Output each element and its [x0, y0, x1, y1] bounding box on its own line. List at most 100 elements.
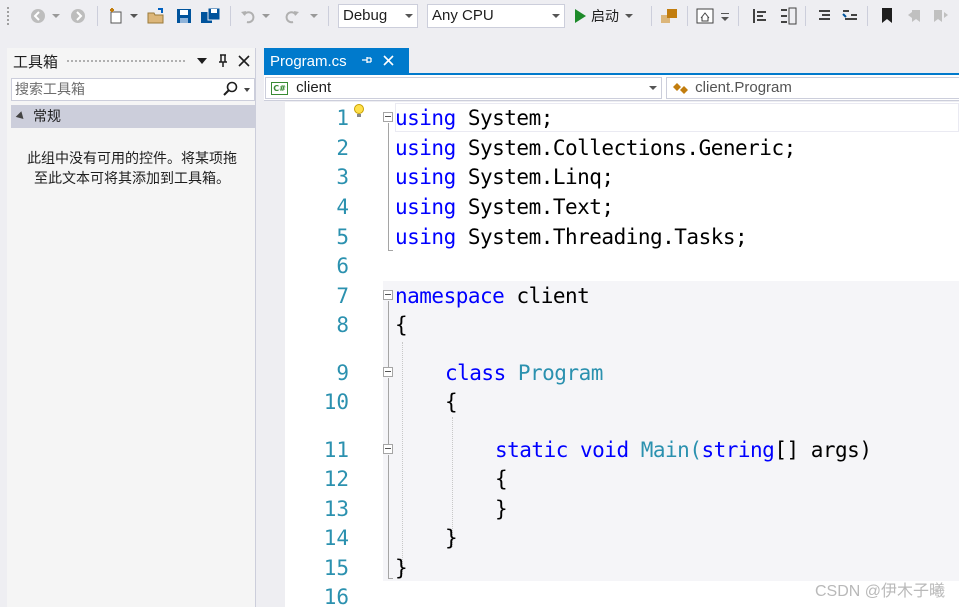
search-icon[interactable]	[222, 81, 238, 97]
toolbox-title-bar[interactable]: 工具箱	[7, 48, 256, 74]
code-editor[interactable]: 1 2 3 4 5 6 7 8 9 10 11 12 13 14 15 16 u…	[264, 102, 959, 607]
chevron-down-icon	[625, 14, 633, 18]
lightbulb-icon[interactable]	[353, 103, 365, 121]
browser-view-button[interactable]	[693, 4, 717, 28]
code-line[interactable]: namespace client	[395, 281, 590, 311]
code-line[interactable]: {	[395, 310, 408, 340]
chevron-down-icon	[552, 14, 560, 18]
play-icon	[575, 9, 586, 23]
code-line[interactable]: using System.Text;	[395, 192, 614, 222]
bookmark-icon	[882, 8, 892, 23]
main-toolbar: Debug Any CPU 启动	[0, 0, 959, 32]
navigate-forward-button[interactable]	[66, 4, 90, 28]
line-number: 2	[336, 136, 349, 160]
save-button[interactable]	[172, 4, 196, 28]
line-number: 5	[336, 225, 349, 249]
collapse-usings-toggle[interactable]	[383, 112, 393, 122]
code-line[interactable]: using System.Threading.Tasks;	[395, 222, 748, 252]
code-line[interactable]: using System.Collections.Generic;	[395, 133, 796, 163]
code-line[interactable]: class Program	[445, 358, 603, 388]
line-number: 8	[336, 313, 349, 337]
project-dropdown-value: client	[296, 79, 332, 96]
save-all-button[interactable]	[198, 4, 224, 28]
fold-line	[388, 301, 389, 367]
solution-platform-combo[interactable]: Any CPU	[427, 4, 565, 28]
new-project-dropdown[interactable]	[128, 4, 140, 28]
line-number: 14	[323, 526, 349, 550]
close-toolbox-button[interactable]	[235, 52, 253, 70]
type-dropdown-value: client.Program	[695, 79, 792, 96]
fold-line	[388, 455, 389, 578]
code-line[interactable]: {	[445, 387, 458, 417]
forward-arrow-icon	[71, 9, 85, 23]
line-number: 11	[323, 438, 349, 462]
pin-tab-icon[interactable]	[361, 54, 373, 68]
browser-view-dropdown[interactable]	[719, 4, 731, 28]
uncomment-icon	[842, 10, 857, 20]
start-debugging-button[interactable]: 启动	[573, 4, 643, 28]
close-tab-icon[interactable]	[383, 53, 394, 69]
csharp-file-icon: C#	[271, 81, 288, 95]
collapse-method-toggle[interactable]	[383, 444, 393, 454]
navigate-back-button[interactable]	[26, 4, 50, 28]
outline-button[interactable]	[776, 4, 800, 28]
undo-button[interactable]	[236, 4, 260, 28]
uncomment-lines-button[interactable]	[838, 4, 862, 28]
line-number: 16	[323, 585, 349, 607]
line-number: 1	[336, 106, 349, 130]
pin-icon	[219, 54, 227, 67]
collapse-namespace-toggle[interactable]	[383, 290, 393, 300]
window-position-dropdown[interactable]	[193, 52, 211, 70]
chevron-down-icon	[130, 14, 138, 18]
back-arrow-icon	[31, 9, 45, 23]
next-bookmark-button[interactable]	[930, 4, 952, 28]
solution-configuration-combo[interactable]: Debug	[338, 4, 418, 28]
code-line[interactable]: }	[495, 494, 508, 524]
toolbox-group-general[interactable]: 常规	[11, 105, 255, 128]
start-label: 启动	[591, 8, 619, 24]
type-dropdown[interactable]: client.Program	[666, 77, 959, 99]
solution-configuration-value: Debug	[343, 7, 388, 24]
navigate-back-dropdown[interactable]	[50, 4, 62, 28]
code-line[interactable]: using System.Linq;	[395, 162, 614, 192]
title-grip	[66, 58, 185, 64]
attach-process-button[interactable]	[657, 4, 681, 28]
comment-lines-button[interactable]	[812, 4, 836, 28]
code-line[interactable]: }	[395, 553, 408, 583]
browser-link-icon	[661, 9, 677, 23]
redo-dropdown[interactable]	[308, 4, 320, 28]
undo-icon	[241, 11, 255, 24]
bookmark-button[interactable]	[876, 4, 898, 28]
previous-bookmark-icon	[908, 10, 920, 22]
next-bookmark-icon	[934, 10, 948, 22]
toolbox-search-input[interactable]: 搜索工具箱	[11, 78, 255, 101]
fold-end	[388, 250, 393, 251]
undo-dropdown[interactable]	[260, 4, 272, 28]
project-dropdown[interactable]: C# client	[265, 77, 662, 99]
new-project-button[interactable]	[104, 4, 128, 28]
namespace-block-highlight	[383, 281, 959, 581]
new-project-icon	[110, 8, 122, 24]
previous-bookmark-button[interactable]	[904, 4, 926, 28]
fold-line	[388, 378, 389, 444]
chevron-down-icon	[310, 14, 318, 18]
line-number: 10	[323, 390, 349, 414]
tab-program-cs[interactable]: Program.cs	[264, 48, 409, 74]
auto-hide-button[interactable]	[214, 52, 232, 70]
code-line[interactable]: static void Main(string[] args)	[495, 435, 872, 465]
collapse-class-toggle[interactable]	[383, 367, 393, 377]
code-line[interactable]: using System;	[395, 103, 553, 133]
indicator-margin[interactable]	[264, 102, 285, 607]
align-left-icon	[753, 9, 766, 23]
window-home-icon	[696, 8, 714, 24]
open-file-button[interactable]	[144, 4, 168, 28]
search-options-chevron-icon[interactable]	[244, 88, 250, 92]
chevron-down-icon	[649, 86, 657, 90]
watermark: CSDN @伊木子曦	[814, 583, 945, 600]
step-into-button[interactable]	[748, 4, 772, 28]
toolbar-grip[interactable]	[6, 6, 10, 26]
code-line[interactable]: }	[445, 523, 458, 553]
code-line[interactable]: {	[495, 464, 508, 494]
redo-button[interactable]	[280, 4, 304, 28]
chevron-down-icon	[721, 13, 729, 21]
